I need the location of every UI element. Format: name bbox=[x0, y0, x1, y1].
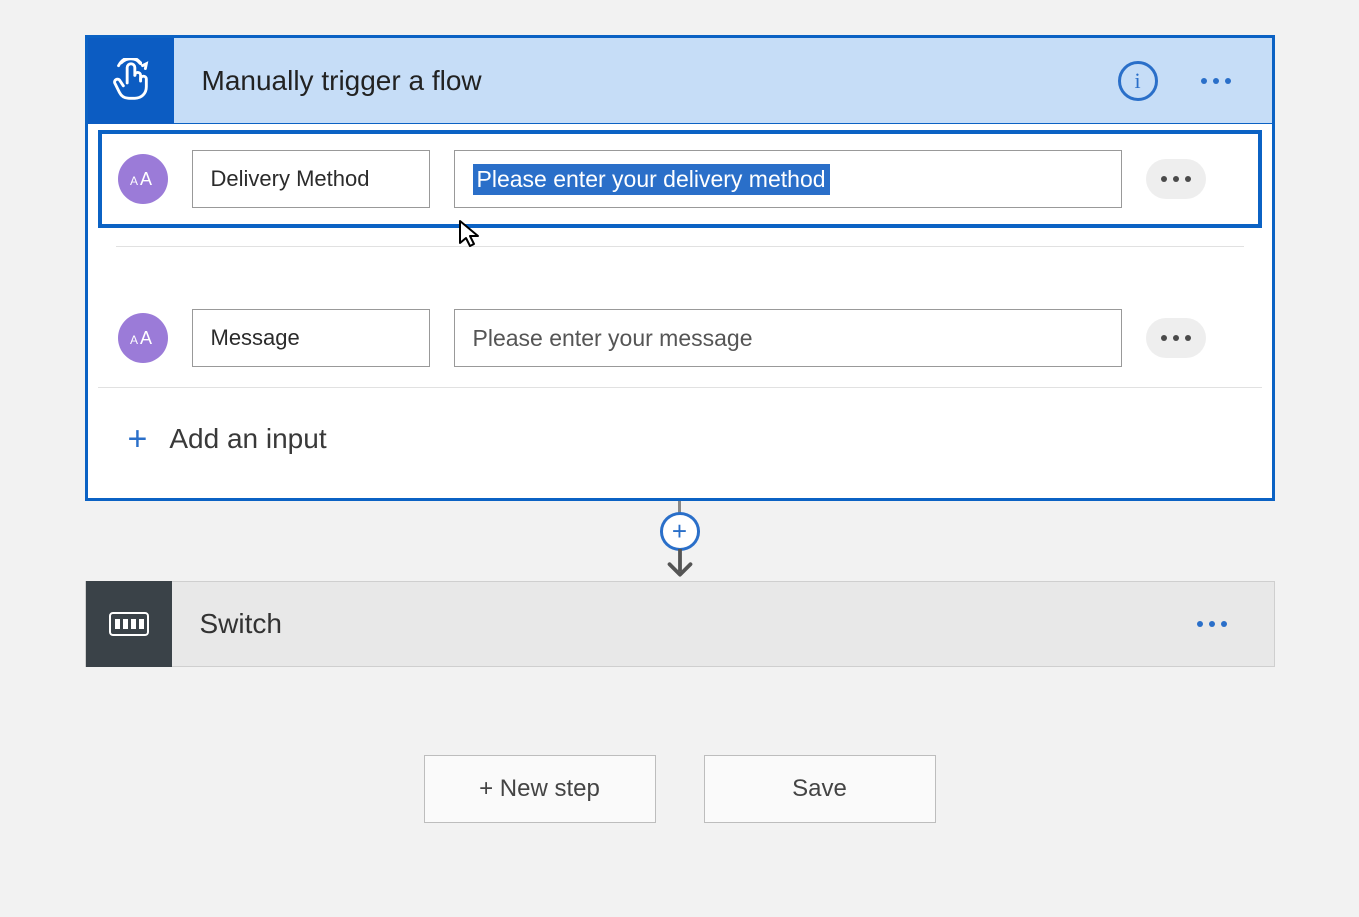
text-type-icon: AA bbox=[118, 313, 168, 363]
svg-text:A: A bbox=[140, 169, 152, 189]
add-input-button[interactable]: + Add an input bbox=[88, 388, 1272, 498]
input-name-field[interactable]: Delivery Method bbox=[192, 150, 430, 208]
trigger-card: Manually trigger a flow i AA Delivery Me… bbox=[85, 35, 1275, 501]
save-button[interactable]: Save bbox=[704, 755, 936, 823]
input-row-delivery-method[interactable]: AA Delivery Method Please enter your del… bbox=[98, 130, 1262, 228]
bottom-action-bar: + New step Save bbox=[424, 755, 936, 823]
new-step-button[interactable]: + New step bbox=[424, 755, 656, 823]
input-name-text: Delivery Method bbox=[211, 166, 370, 192]
input-name-text: Message bbox=[211, 325, 300, 351]
trigger-more-button[interactable] bbox=[1188, 53, 1244, 109]
switch-more-button[interactable] bbox=[1184, 596, 1240, 652]
trigger-title: Manually trigger a flow bbox=[174, 65, 1118, 97]
divider bbox=[116, 246, 1244, 247]
switch-title: Switch bbox=[172, 608, 1184, 640]
switch-icon bbox=[86, 581, 172, 667]
plus-icon: + bbox=[128, 422, 148, 456]
insert-step-button[interactable]: + bbox=[660, 512, 700, 550]
new-step-label: + New step bbox=[479, 775, 600, 803]
input-row-more-button[interactable] bbox=[1146, 318, 1206, 358]
input-description-field[interactable]: Please enter your message bbox=[454, 309, 1122, 367]
switch-card[interactable]: Switch bbox=[85, 581, 1275, 667]
input-row-more-button[interactable] bbox=[1146, 159, 1206, 199]
trigger-body: AA Delivery Method Please enter your del… bbox=[88, 130, 1272, 498]
input-description-field[interactable]: Please enter your delivery method bbox=[454, 150, 1122, 208]
svg-text:A: A bbox=[130, 174, 138, 188]
input-name-field[interactable]: Message bbox=[192, 309, 430, 367]
arrow-down-icon bbox=[663, 549, 697, 581]
svg-text:A: A bbox=[140, 328, 152, 348]
add-input-label: Add an input bbox=[169, 423, 326, 455]
svg-text:A: A bbox=[130, 333, 138, 347]
flow-connector: + bbox=[678, 501, 682, 581]
input-row-message[interactable]: AA Message Please enter your message bbox=[98, 289, 1262, 388]
manual-trigger-icon bbox=[88, 38, 174, 124]
info-icon[interactable]: i bbox=[1118, 61, 1158, 101]
text-type-icon: AA bbox=[118, 154, 168, 204]
input-description-text: Please enter your message bbox=[473, 325, 753, 352]
input-description-text: Please enter your delivery method bbox=[473, 164, 830, 195]
trigger-header[interactable]: Manually trigger a flow i bbox=[88, 38, 1272, 124]
save-label: Save bbox=[792, 775, 847, 803]
